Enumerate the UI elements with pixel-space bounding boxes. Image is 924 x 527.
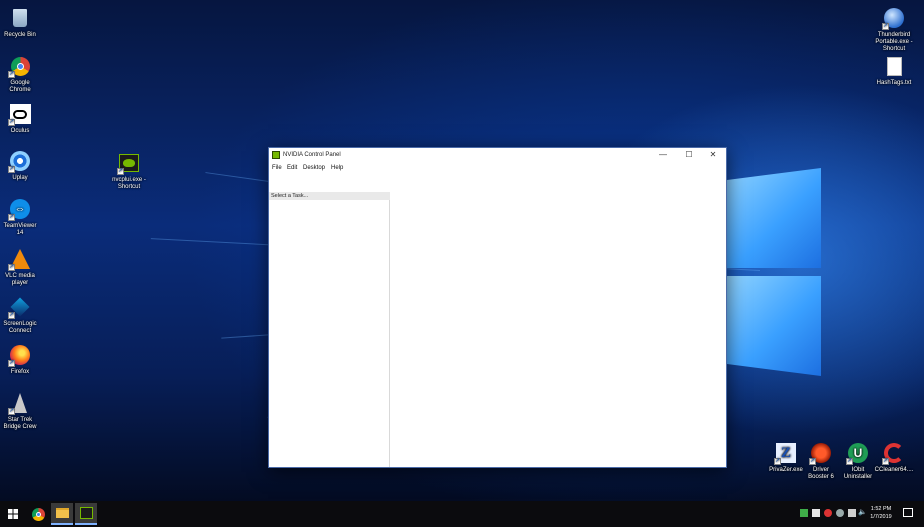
- chrome-icon: [31, 507, 45, 521]
- shortcut-arrow-icon: ↗: [8, 214, 15, 221]
- taskbar: 🔈 1:52 PM 1/7/2019: [0, 501, 924, 527]
- screenlogic-connect-desktop-icon[interactable]: ↗ ScreenLogic Connect: [0, 296, 43, 335]
- oculus-icon: ↗: [8, 103, 31, 126]
- menu-edit[interactable]: Edit: [287, 165, 297, 171]
- firefox-icon: ↗: [8, 344, 31, 367]
- shortcut-arrow-icon: ↗: [8, 166, 15, 173]
- shortcut-arrow-icon: ↗: [882, 458, 889, 465]
- windows-logo-pane: [727, 276, 821, 376]
- task-panel-header: Select a Task...: [269, 192, 390, 200]
- iobit-logo-icon: U ↗: [846, 442, 869, 465]
- task-panel: Select a Task...: [269, 192, 390, 467]
- desktop-icon-label: Uplay: [12, 175, 28, 181]
- shortcut-arrow-icon: ↗: [8, 264, 15, 271]
- desktop-icon-label: HashTags.txt: [876, 80, 912, 86]
- nvcplui-shortcut-icon[interactable]: ↗ nvcplui.exe - Shortcut: [106, 152, 152, 191]
- shortcut-arrow-icon: ↗: [809, 458, 816, 465]
- desktop-icon-label: Oculus: [10, 128, 30, 134]
- menu-bar: File Edit Desktop Help: [269, 164, 726, 175]
- star-trek-bridge-crew-desktop-icon[interactable]: ↗ Star Trek Bridge Crew: [0, 392, 43, 431]
- clock-time: 1:52 PM: [870, 506, 892, 512]
- tray-network-app-icon[interactable]: [812, 509, 820, 517]
- nvidia-control-panel-window[interactable]: NVIDIA Control Panel — ☐ ✕ File Edit Des…: [268, 147, 727, 468]
- content-area: [391, 175, 726, 467]
- teamviewer-14-desktop-icon[interactable]: ⇔ ↗ TeamViewer 14: [0, 198, 43, 237]
- nvidia-app-icon: [272, 151, 280, 159]
- taskbar-nvidia[interactable]: [75, 503, 97, 525]
- desktop-icon-label: Thunderbird Portable.exe - Shortcut: [875, 32, 913, 52]
- desktop-icon-label: Driver Booster 6: [808, 467, 834, 480]
- desktop-icon-label: Star Trek Bridge Crew: [3, 417, 37, 430]
- close-button[interactable]: ✕: [702, 148, 724, 162]
- oculus-desktop-icon[interactable]: ↗ Oculus: [0, 103, 43, 135]
- shortcut-arrow-icon: ↗: [8, 312, 15, 319]
- vlc-media-player-desktop-icon[interactable]: ↗ VLC media player: [0, 248, 43, 287]
- windows-logo-pane: [727, 168, 821, 268]
- taskbar-clock[interactable]: 1:52 PM 1/7/2019: [864, 505, 898, 521]
- folder-icon: [55, 508, 69, 518]
- nvidia-taskbar-icon: [79, 507, 93, 519]
- taskbar-file-explorer[interactable]: [51, 503, 73, 525]
- hashtags-file-icon[interactable]: HashTags.txt: [871, 55, 917, 87]
- menu-desktop[interactable]: Desktop: [303, 165, 325, 171]
- teamviewer-14-icon: ⇔ ↗: [8, 198, 31, 221]
- ccleaner-icon[interactable]: ↗ CCleaner64....: [871, 442, 917, 474]
- desktop-icon-label: CCleaner64....: [874, 467, 914, 473]
- maximize-button[interactable]: ☐: [678, 148, 700, 162]
- shortcut-arrow-icon: ↗: [774, 458, 781, 465]
- windows-start-icon: [8, 509, 18, 519]
- network-icon[interactable]: [848, 509, 856, 517]
- shortcut-arrow-icon: ↗: [117, 168, 124, 175]
- recycle-bin-desktop-icon[interactable]: Recycle Bin: [0, 7, 43, 39]
- shortcut-arrow-icon: ↗: [8, 119, 15, 126]
- text-file-icon: [883, 55, 905, 77]
- ccleaner-logo-icon: ↗: [882, 442, 905, 465]
- uplay-desktop-icon[interactable]: ↗ Uplay: [0, 150, 43, 182]
- screenlogic-connect-icon: ↗: [8, 296, 31, 319]
- uplay-icon: ↗: [8, 150, 31, 173]
- window-title: NVIDIA Control Panel: [283, 152, 341, 158]
- desktop-icon-label: ScreenLogic Connect: [3, 321, 37, 334]
- desktop-icon-label: TeamViewer 14: [3, 223, 37, 236]
- driver-booster-logo-icon: ↗: [809, 442, 832, 465]
- desktop-icon-label: Firefox: [10, 369, 30, 375]
- desktop-icon-label: nvcplui.exe - Shortcut: [112, 177, 146, 190]
- clock-date: 1/7/2019: [870, 514, 892, 520]
- tray-app-icon[interactable]: [800, 509, 808, 517]
- shortcut-arrow-icon: ↗: [846, 458, 853, 465]
- google-chrome-icon: ↗: [8, 55, 31, 78]
- desktop-icon-label: Recycle Bin: [4, 32, 36, 38]
- shortcut-arrow-icon: ↗: [882, 23, 889, 30]
- thunderbird-icon: ↗: [882, 7, 905, 30]
- window-titlebar[interactable]: NVIDIA Control Panel — ☐ ✕: [269, 148, 726, 164]
- desktop-icon-label: VLC media player: [5, 273, 35, 286]
- firefox-desktop-icon[interactable]: ↗ Firefox: [0, 344, 43, 376]
- privazer-logo-icon: Z ↗: [774, 442, 797, 465]
- action-center-icon[interactable]: [903, 508, 913, 517]
- recycle-bin-icon: [9, 7, 31, 29]
- tray-cloud-icon[interactable]: [836, 509, 844, 517]
- nvidia-icon: ↗: [117, 152, 140, 175]
- shortcut-arrow-icon: ↗: [8, 360, 15, 367]
- desktop-icon-label: IObit Uninstaller: [843, 467, 873, 480]
- menu-file[interactable]: File: [272, 165, 282, 171]
- star-trek-bridge-crew-icon: ↗: [8, 392, 31, 415]
- taskbar-chrome[interactable]: [27, 503, 49, 525]
- desktop-icon-label: Google Chrome: [9, 80, 31, 93]
- shortcut-arrow-icon: ↗: [8, 408, 15, 415]
- tray-security-icon[interactable]: [824, 509, 832, 517]
- menu-help[interactable]: Help: [331, 165, 343, 171]
- shortcut-arrow-icon: ↗: [8, 71, 15, 78]
- minimize-button[interactable]: —: [652, 148, 674, 162]
- thunderbird-shortcut-icon[interactable]: ↗ Thunderbird Portable.exe - Shortcut: [871, 7, 917, 53]
- vlc-media-player-icon: ↗: [8, 248, 31, 271]
- start-button[interactable]: [2, 503, 24, 525]
- google-chrome-desktop-icon[interactable]: ↗ Google Chrome: [0, 55, 43, 94]
